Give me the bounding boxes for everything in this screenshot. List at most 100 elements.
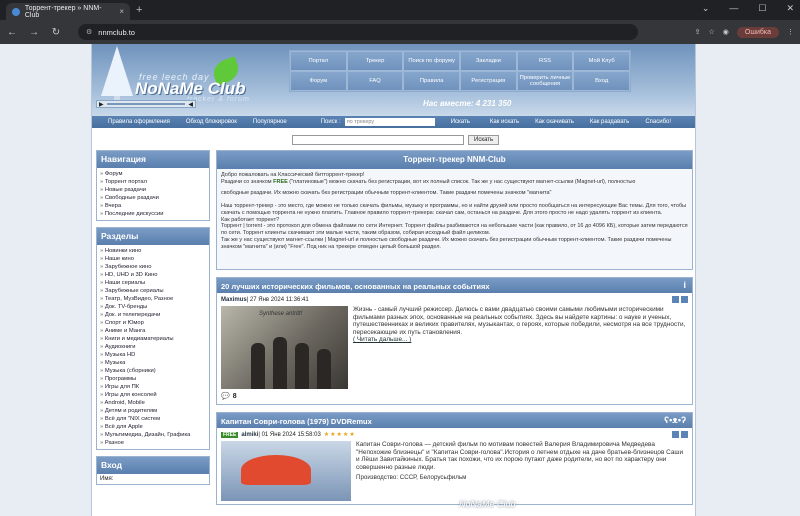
subnav-search-button[interactable]: Искать <box>451 119 470 125</box>
main-search-input[interactable] <box>292 135 464 145</box>
nav-item[interactable]: Последние дискуссии <box>100 210 206 218</box>
site-header: free leech day NoNaMe Club tracker & for… <box>92 44 695 116</box>
error-button[interactable]: Ошибка <box>736 26 779 38</box>
section-item[interactable]: Книги и медиаматериалы <box>100 335 206 343</box>
welcome-line: Раздачи со значком FREE ("платиновые") м… <box>221 179 688 186</box>
section-item[interactable]: Детям и родителям <box>100 407 206 415</box>
section-item[interactable]: Мультимедиа, Дизайн, Графика <box>100 431 206 439</box>
section-item[interactable]: Всё для Apple <box>100 423 206 431</box>
post-comments[interactable]: 💬 8 <box>217 392 692 404</box>
menu-forum-search[interactable]: Поиск по форуму <box>403 51 460 71</box>
section-item[interactable]: Док. и телепередачи <box>100 311 206 319</box>
share-icon[interactable]: ⇪ <box>695 28 701 36</box>
header-menu: Портал Трекер Поиск по форуму Закладки R… <box>289 50 631 92</box>
menu-rules[interactable]: Правила <box>403 71 460 91</box>
share-vk-icon[interactable] <box>681 296 688 303</box>
post-body: Капитан Соври-голова — детский фильм по … <box>356 441 684 471</box>
section-item[interactable]: Спорт и Юмор <box>100 319 206 327</box>
nav-item[interactable]: Форум <box>100 170 206 178</box>
post-title-text: 20 лучших исторических фильмов, основанн… <box>221 282 490 291</box>
section-item[interactable]: Всё для "NIX систем <box>100 415 206 423</box>
section-item[interactable]: Наши сериалы <box>100 279 206 287</box>
section-item[interactable]: Зарубежное кино <box>100 263 206 271</box>
link-how-seed[interactable]: Как раздавать <box>590 119 629 125</box>
post-title[interactable]: Капитан Соври-голова (1979) DVDRemux ʕ•ᴥ•… <box>217 413 692 428</box>
link-how-find[interactable]: Как искать <box>490 119 519 125</box>
menu-rss[interactable]: RSS <box>516 51 574 71</box>
menu-bookmarks[interactable]: Закладки <box>460 51 517 71</box>
section-item[interactable]: Игры для консолей <box>100 391 206 399</box>
forward-icon[interactable]: → <box>28 27 40 38</box>
profile-icon[interactable]: ◉ <box>723 28 729 36</box>
menu-tracker[interactable]: Трекер <box>346 51 404 71</box>
post-author[interactable]: Maximus <box>221 297 247 303</box>
nav-item[interactable]: Новые раздачи <box>100 186 206 194</box>
nav-box: Навигация Форум Торрент портал Новые раз… <box>96 150 210 221</box>
nav-item[interactable]: Свободные раздачи <box>100 194 206 202</box>
player-progress[interactable] <box>106 103 186 105</box>
menu-portal[interactable]: Портал <box>290 51 347 71</box>
section-item[interactable]: Музыка (сборники) <box>100 367 206 375</box>
section-item[interactable]: Аудиокниги <box>100 343 206 351</box>
info-icon: i <box>683 280 686 290</box>
close-window-icon[interactable]: ✕ <box>786 3 794 14</box>
volume-icon[interactable]: ◀ <box>188 101 193 108</box>
section-item[interactable]: Музыка <box>100 359 206 367</box>
menu-register[interactable]: Регистрация <box>460 71 517 91</box>
chevron-down-icon[interactable]: ⌄ <box>702 3 710 14</box>
maximize-icon[interactable]: ☐ <box>758 3 766 14</box>
link-popular[interactable]: Популярное <box>253 119 287 125</box>
address-bar[interactable]: ⚙ nnmclub.to <box>78 24 638 40</box>
section-item[interactable]: Аниме и Манга <box>100 327 206 335</box>
section-item[interactable]: Android, Mobile <box>100 399 206 407</box>
share-vk-icon[interactable] <box>681 431 688 438</box>
section-item[interactable]: HD, UHD и 3D Кино <box>100 271 206 279</box>
share-twitter-icon[interactable] <box>672 296 679 303</box>
section-item[interactable]: Театр, МузВидео, Разное <box>100 295 206 303</box>
post-thumbnail[interactable]: Synthese antritt! <box>221 306 348 389</box>
browser-tab[interactable]: Торрент-трекер » NNM-Club × <box>6 3 130 20</box>
section-item[interactable]: Наше кино <box>100 255 206 263</box>
welcome-line: Так же у нас существуют магнет-ссылки | … <box>221 237 672 251</box>
link-rules[interactable]: Правила оформления <box>108 119 170 125</box>
share-twitter-icon[interactable] <box>672 431 679 438</box>
new-tab-button[interactable]: + <box>136 4 142 16</box>
close-tab-icon[interactable]: × <box>119 7 124 16</box>
menu-my-club[interactable]: Мой Клуб <box>573 51 630 71</box>
sub-navigation: Правила оформления Обход блокировок Попу… <box>92 116 695 128</box>
site-info-icon[interactable]: ⚙ <box>86 28 92 36</box>
menu-faq[interactable]: FAQ <box>346 71 404 91</box>
nav-item[interactable]: Вчера <box>100 202 206 210</box>
read-more-link[interactable]: ( Читать дальше... ) <box>353 336 411 343</box>
bookmark-star-icon[interactable]: ☆ <box>709 28 715 36</box>
reload-icon[interactable]: ↻ <box>50 27 62 38</box>
watermark: NoNaMe Club <box>459 499 516 509</box>
post-author[interactable]: almiki <box>241 432 258 438</box>
nav-item[interactable]: Торрент портал <box>100 178 206 186</box>
post-thumbnail[interactable] <box>221 441 351 501</box>
post-date: | 01 Янв 2024 15:58:03 <box>258 431 321 438</box>
link-how-download[interactable]: Как скачивать <box>535 119 574 125</box>
tracker-search-input[interactable]: по трекеру <box>344 118 435 126</box>
section-item[interactable]: Игры для ПК <box>100 383 206 391</box>
section-item[interactable]: Программы <box>100 375 206 383</box>
minimize-icon[interactable]: — <box>729 3 738 14</box>
main-search-button[interactable]: Искать <box>468 135 500 145</box>
section-item[interactable]: Док. TV-бренды <box>100 303 206 311</box>
link-thanks[interactable]: Спасибо! <box>645 119 671 125</box>
menu-dots-icon[interactable]: ⋮ <box>787 28 794 36</box>
menu-forum[interactable]: Форум <box>290 71 347 91</box>
welcome-box: Торрент-трекер NNM-Club Добро пожаловать… <box>216 150 693 270</box>
section-item[interactable]: Новинки кино <box>100 247 206 255</box>
post-title[interactable]: 20 лучших исторических фильмов, основанн… <box>217 278 692 293</box>
link-bypass[interactable]: Обход блокировок <box>186 119 237 125</box>
section-item[interactable]: Зарубежные сериалы <box>100 287 206 295</box>
login-box-title: Вход <box>97 457 209 474</box>
section-item[interactable]: Музыка HD <box>100 351 206 359</box>
menu-messages[interactable]: Проверить личные сообщения <box>516 71 574 91</box>
section-item[interactable]: Разное <box>100 439 206 447</box>
menu-login[interactable]: Вход <box>573 71 630 91</box>
main-column: Торрент-трекер NNM-Club Добро пожаловать… <box>216 150 693 505</box>
play-icon[interactable]: ▶ <box>99 101 104 108</box>
back-icon[interactable]: ← <box>6 27 18 38</box>
